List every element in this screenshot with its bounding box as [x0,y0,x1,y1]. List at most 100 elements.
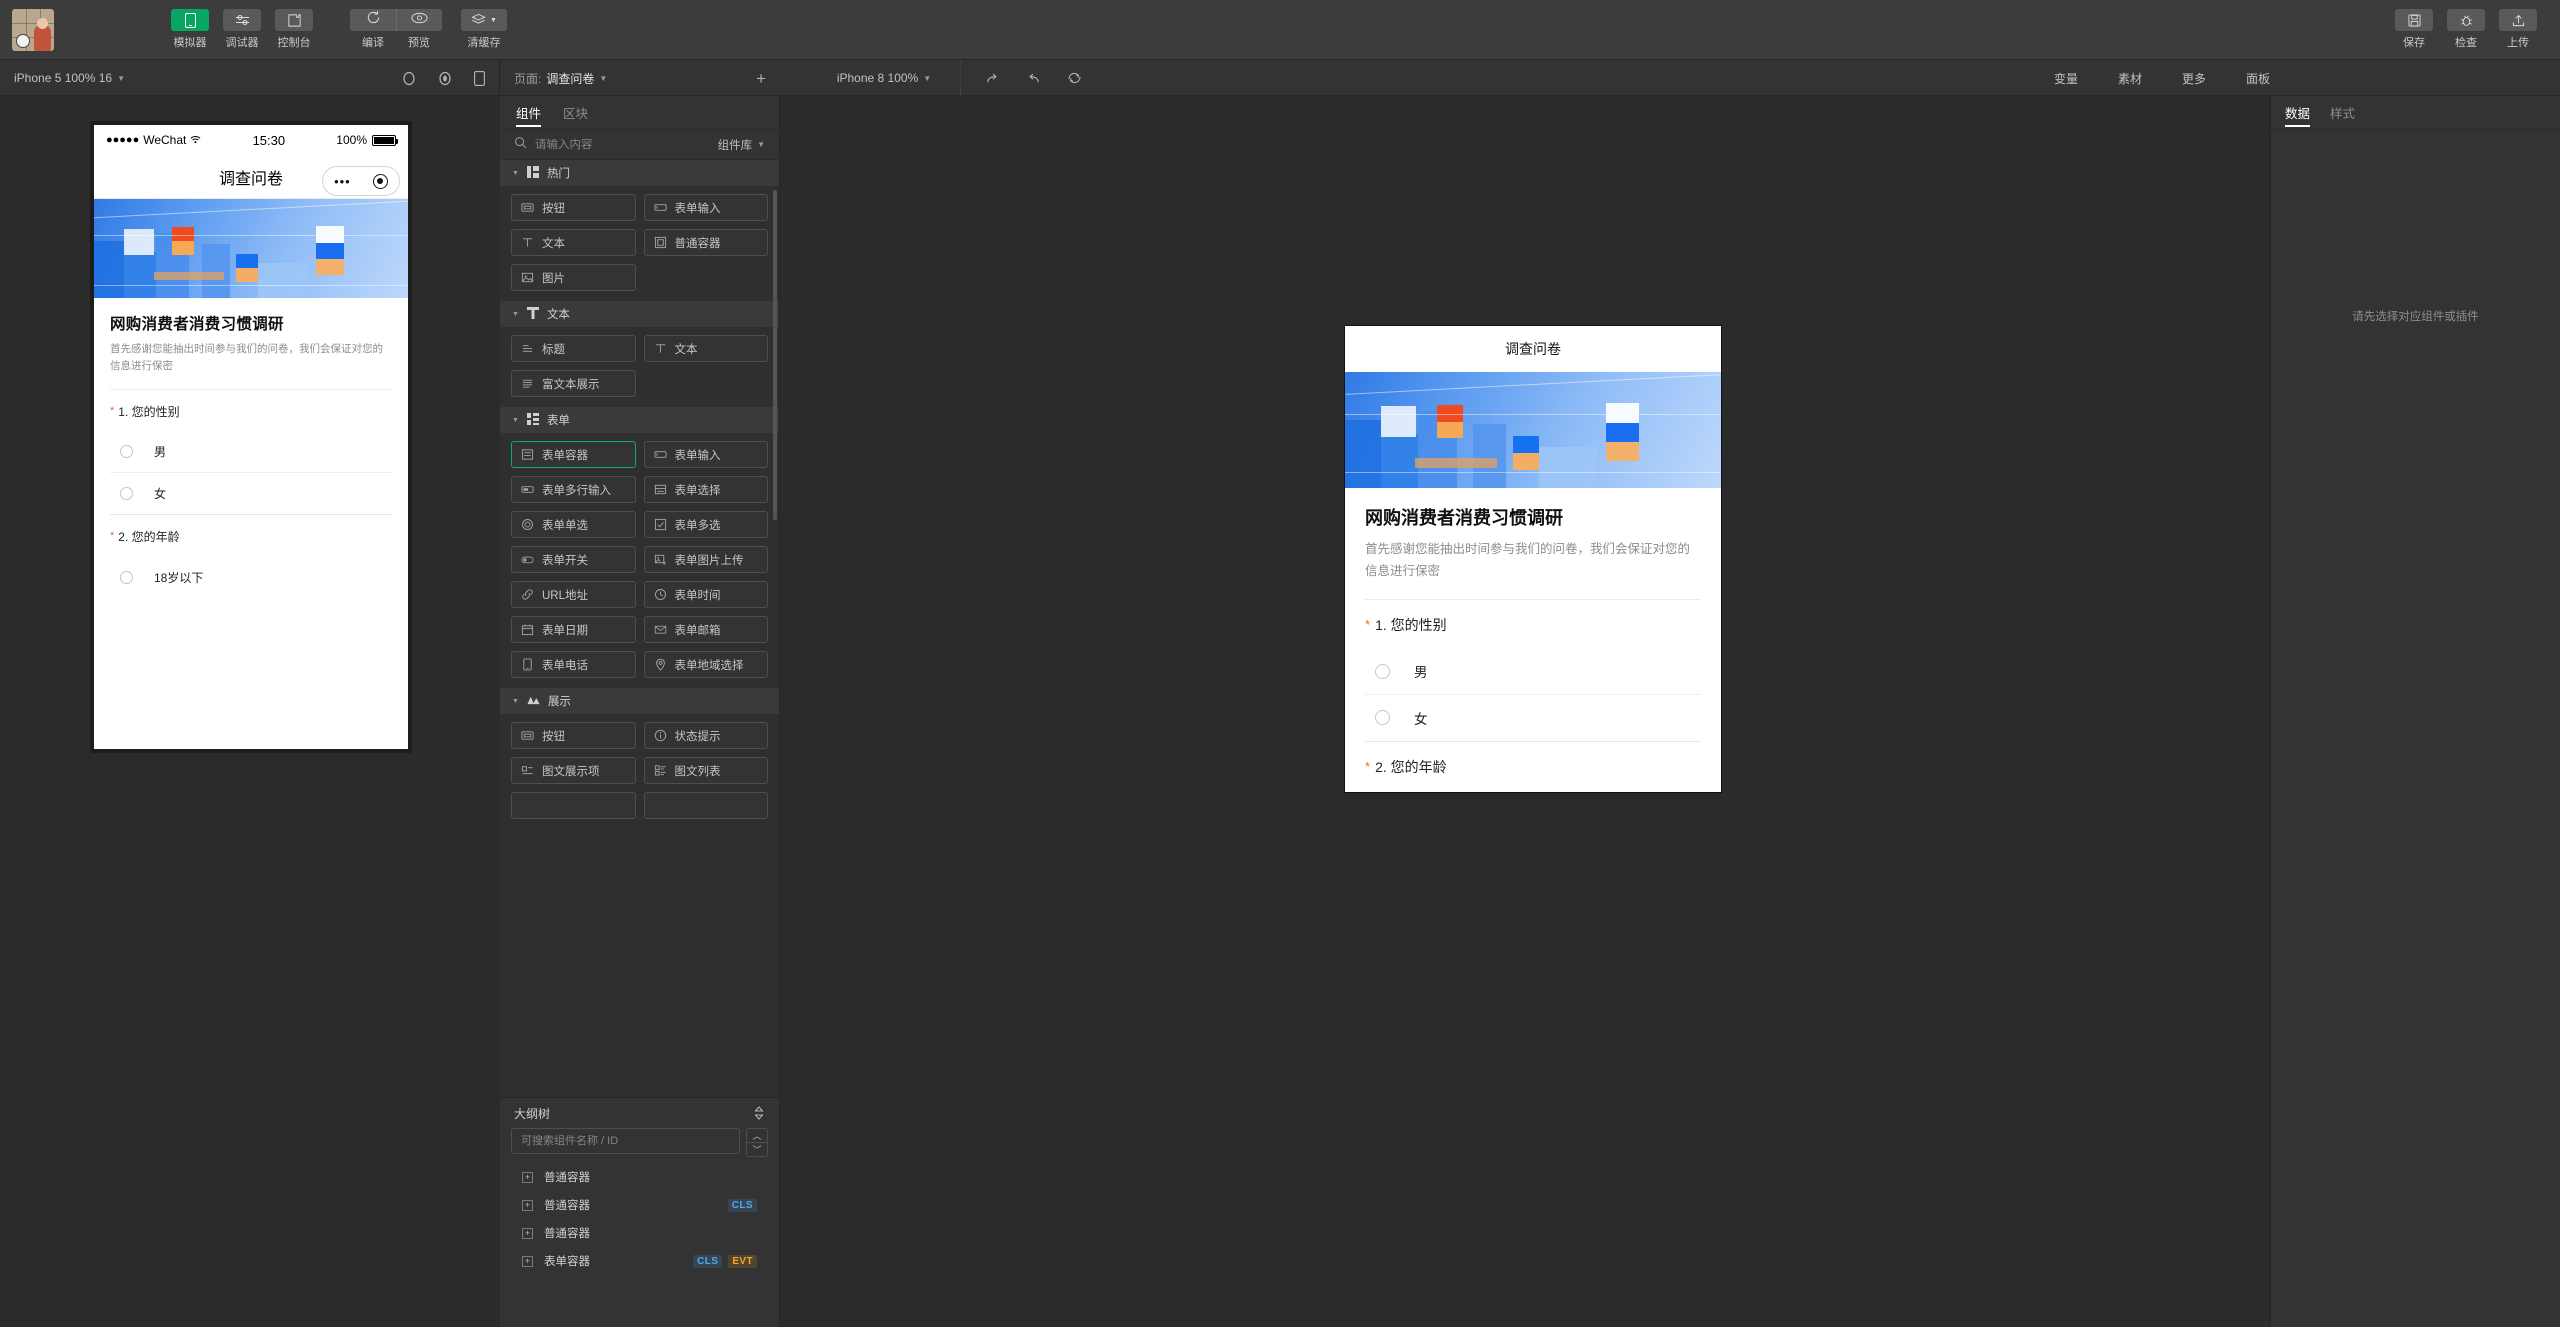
page-selector[interactable]: 页面: 调查问卷 ▼ [514,70,607,87]
component-form-select[interactable]: 表单选择 [643,476,768,503]
toolbar-simulator-button[interactable]: 模拟器 [167,9,213,50]
component-text[interactable]: 文本 [643,335,768,362]
subbar-link-variables[interactable]: 变量 [2054,70,2078,87]
option-row[interactable]: 女 [110,473,392,514]
device-frame-icon[interactable] [474,70,485,86]
component-form-time[interactable]: 表单时间 [643,581,768,608]
component-button[interactable]: 按钮 [511,194,636,221]
component-media-list[interactable]: 图文列表 [643,757,768,784]
component-media-item[interactable]: 图文展示项 [511,757,636,784]
tree-row[interactable]: + 普通容器 [500,1219,779,1247]
toolbar-clear-cache-button[interactable]: ▼ 清缓存 [461,9,507,50]
component-library-select[interactable]: 组件库 ▼ [718,137,765,153]
outline-search-box[interactable] [511,1128,740,1154]
wechat-capsule[interactable]: ••• [322,166,400,196]
components-scrollbar[interactable] [773,190,777,520]
component-image[interactable]: 图片 [511,264,636,291]
phone-simulator[interactable]: ●●●●● WeChat 15:30 100% 调查问卷 ••• 网购消费者消费… [90,121,412,753]
component-group-header-form[interactable]: ▼ 表单 [500,407,779,433]
target-icon[interactable] [372,173,388,189]
radio-icon[interactable] [1375,710,1390,726]
component-url[interactable]: URL地址 [511,581,636,608]
component-form-region[interactable]: 表单地域选择 [643,651,768,678]
component-form-checkbox[interactable]: 表单多选 [643,511,768,538]
component-heading[interactable]: 标题 [511,335,636,362]
component-form-textarea[interactable]: 表单多行输入 [511,476,636,503]
plus-icon[interactable]: + [756,70,766,87]
search-input[interactable] [535,138,710,151]
tab-components[interactable]: 组件 [516,96,542,130]
design-canvas[interactable]: 调查问卷 网购消费者消费习惯调研 首先感谢您能抽出时间参与我们的问卷，我们会保证… [780,96,2270,1327]
option-row[interactable]: 18岁以下 [110,557,392,598]
component-form-input[interactable]: 表单输入 [643,194,768,221]
option-row[interactable]: 男 [110,432,392,473]
simulator-device-select[interactable]: iPhone 5 100% 16 ▼ [14,71,125,85]
undo-icon[interactable] [1026,72,1041,85]
component-form-email[interactable]: 表单邮箱 [643,616,768,643]
components-scroll-area[interactable]: ▼ 热门 按钮 表单输入 文本 普通容器 图片 ▼ 文本 标题 文本 富文本展示… [500,160,779,1097]
toolbar-clear-cache-label: 清缓存 [467,37,501,49]
chevron-up-icon[interactable]: ︿ [746,1128,768,1142]
component-display-button[interactable]: 按钮 [511,722,636,749]
expand-icon[interactable]: + [522,1227,533,1239]
component-extra-2[interactable] [643,792,768,819]
component-group-header-hot[interactable]: ▼ 热门 [500,160,779,186]
tree-row[interactable]: + 普通容器 [500,1163,779,1191]
toolbar-save-button[interactable]: 保存 [2391,9,2437,50]
outline-search-input[interactable] [521,1135,730,1147]
subbar-link-more[interactable]: 更多 [2182,70,2206,87]
expand-icon[interactable]: + [522,1199,533,1211]
component-form-image-upload[interactable]: 表单图片上传 [643,546,768,573]
canvas-option-row[interactable]: 男 [1365,649,1701,695]
expand-icon[interactable]: + [522,1171,533,1183]
toolbar-check-button[interactable]: 检查 [2443,9,2489,50]
tree-row[interactable]: + 表单容器 CLS EVT [500,1247,779,1275]
chevron-down-icon[interactable]: ﹀ [746,1142,768,1157]
canvas-question-2[interactable]: * 2. 您的年龄 [1365,742,1701,791]
canvas-option-row[interactable]: 18岁以下 [1365,791,1701,792]
home-button-icon[interactable] [438,71,452,86]
radio-icon[interactable] [120,445,133,459]
radio-icon[interactable] [1375,663,1390,679]
component-status-tip[interactable]: 状态提示 [643,722,768,749]
component-form-radio[interactable]: 表单单选 [511,511,636,538]
tab-style[interactable]: 样式 [2330,96,2355,130]
component-form-date[interactable]: 表单日期 [511,616,636,643]
canvas-option-row[interactable]: 女 [1365,695,1701,741]
redo-icon[interactable] [985,72,1000,85]
canvas-page-body[interactable]: 网购消费者消费习惯调研 首先感谢您能抽出时间参与我们的问卷，我们会保证对您的信息… [1345,488,1721,792]
component-form-switch[interactable]: 表单开关 [511,546,636,573]
component-extra-1[interactable] [511,792,636,819]
component-form-input[interactable]: 表单输入 [643,441,768,468]
tree-row[interactable]: + 普通容器 CLS [500,1191,779,1219]
expand-icon[interactable]: + [522,1255,533,1267]
toolbar-debugger-button[interactable]: 调试器 [219,9,265,50]
component-container[interactable]: 普通容器 [643,229,768,256]
component-group-header-display[interactable]: ▼ 展示 [500,688,779,714]
canvas-question-1[interactable]: * 1. 您的性别 [1365,600,1701,649]
toolbar-preview-button[interactable] [396,9,442,31]
canvas-device-select[interactable]: iPhone 8 100% ▼ [780,71,960,85]
component-group-header-text[interactable]: ▼ 文本 [500,301,779,327]
capsule-more-icon[interactable]: ••• [334,174,351,189]
subbar-link-assets[interactable]: 素材 [2118,70,2142,87]
canvas-page-description[interactable]: 首先感谢您能抽出时间参与我们的问卷，我们会保证对您的信息进行保密 [1365,539,1701,583]
rotate-icon[interactable] [402,71,416,86]
toolbar-upload-button[interactable]: 上传 [2495,9,2541,50]
tab-data[interactable]: 数据 [2285,96,2311,130]
canvas-hero-banner[interactable] [1345,372,1721,488]
toolbar-compile-button[interactable] [350,9,396,31]
reload-icon[interactable] [1067,71,1082,85]
canvas-page-title[interactable]: 网购消费者消费习惯调研 [1365,504,1701,530]
tab-blocks[interactable]: 区块 [563,96,588,130]
radio-icon[interactable] [120,570,133,584]
expand-collapse-icon[interactable] [753,1106,765,1120]
radio-icon[interactable] [120,486,133,500]
component-richtext[interactable]: 富文本展示 [511,370,636,397]
toolbar-console-button[interactable]: 控制台 [271,9,317,50]
canvas-device-frame[interactable]: 调查问卷 网购消费者消费习惯调研 首先感谢您能抽出时间参与我们的问卷，我们会保证… [1344,325,1722,793]
subbar-link-panels[interactable]: 面板 [2246,70,2270,87]
component-text[interactable]: 文本 [511,229,636,256]
component-form-container[interactable]: 表单容器 [511,441,636,468]
component-form-phone[interactable]: 表单电话 [511,651,636,678]
